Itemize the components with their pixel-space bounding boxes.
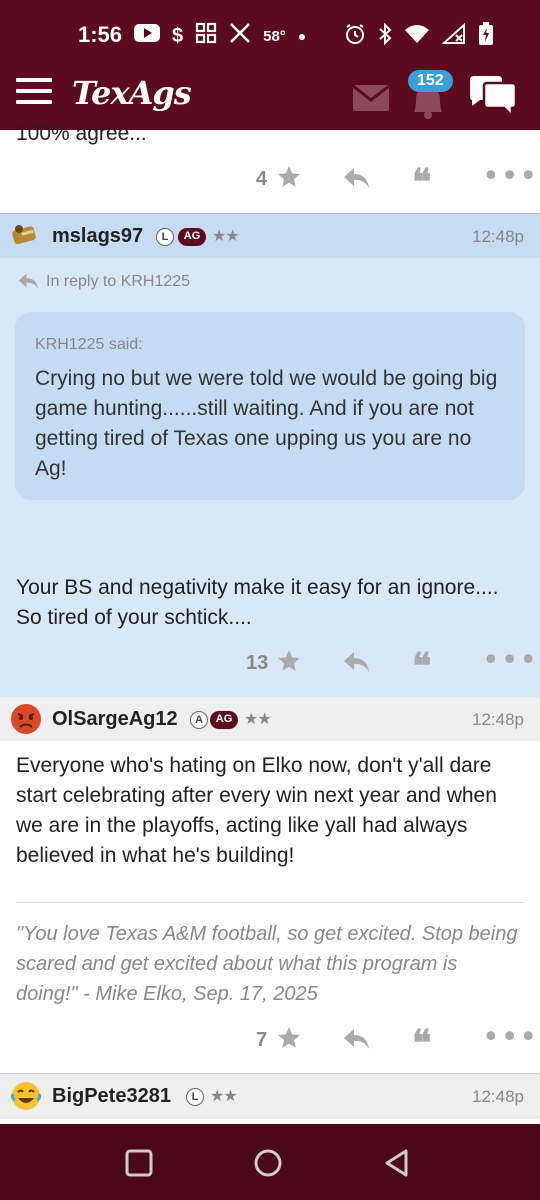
quote-icon[interactable]: ❝ [412, 164, 431, 200]
signature-divider [16, 902, 524, 903]
star-count: 4 [256, 168, 268, 190]
previous-post: 100% agree... 4 ❝ ••• [0, 122, 540, 214]
more-options-icon[interactable]: ••• [482, 1023, 538, 1053]
back-icon[interactable] [382, 1148, 412, 1182]
dollar-icon: $ [172, 24, 184, 47]
post-mslags97: mslags97 L AG ★★ 12:48p In reply to KRH1… [0, 214, 540, 697]
quote-text: Crying no but we were told we would be g… [35, 367, 498, 480]
home-icon[interactable] [252, 1148, 284, 1182]
notification-count-badge: 152 [408, 70, 453, 92]
reply-arrow-icon [18, 273, 38, 289]
reply-to-link[interactable]: In reply to KRH1225 [16, 272, 190, 292]
post-body-text: Everyone who's hating on Elko now, don't… [16, 754, 497, 867]
post-actions: 4 ❝ ••• [0, 162, 540, 201]
badge-l: L [156, 228, 174, 246]
reply-icon[interactable] [342, 650, 370, 680]
badge-ag: AG [178, 228, 206, 246]
star-count: 13 [246, 652, 269, 674]
post-header: OlSargeAg12 A AG ★★ 12:48p [0, 697, 540, 741]
post-header: mslags97 L AG ★★ 12:48p [0, 214, 540, 258]
app-header: TexAgs 152 [0, 62, 540, 130]
user-stars: ★★ [244, 709, 272, 728]
post-actions: 7 ❝ ••• [0, 1023, 540, 1062]
alarm-icon [344, 23, 366, 51]
user-stars: ★★ [212, 226, 240, 245]
star-icon[interactable] [276, 164, 302, 194]
more-options-icon[interactable]: ••• [482, 162, 538, 192]
youtube-icon [134, 23, 160, 49]
grid-app-icon [195, 22, 217, 50]
battery-charging-icon [478, 22, 494, 52]
reply-icon[interactable] [342, 166, 370, 196]
avatar[interactable] [10, 220, 40, 250]
chat-icon[interactable] [468, 76, 518, 122]
more-options-icon[interactable]: ••• [482, 646, 538, 676]
star-count: 7 [256, 1029, 268, 1051]
post-olsargeag12: OlSargeAg12 A AG ★★ 12:48p Everyone who'… [0, 697, 540, 1073]
x-logo-icon [229, 22, 251, 50]
post-time: 12:48p [472, 710, 524, 729]
bluetooth-icon [378, 22, 392, 51]
wifi-icon [404, 24, 430, 50]
dot-icon: ● [297, 28, 307, 44]
username[interactable]: OlSargeAg12 [52, 708, 178, 731]
quote-block: KRH1225 said: Crying no but we were told… [15, 312, 525, 500]
notifications-button[interactable]: 152 [406, 70, 453, 120]
username[interactable]: BigPete3281 [52, 1085, 171, 1108]
avatar[interactable] [10, 703, 41, 734]
badge-l: L [186, 1088, 204, 1106]
system-nav-bar [0, 1124, 540, 1200]
mail-icon[interactable] [352, 84, 390, 116]
post-body-text: 100% agree... [16, 122, 147, 145]
signal-icon [441, 22, 466, 51]
site-logo[interactable]: TexAgs [72, 74, 192, 112]
post-bigpete3281: BigPete3281 L ★★ 12:48p [0, 1073, 540, 1119]
avatar[interactable] [10, 1080, 42, 1110]
username[interactable]: mslags97 [52, 225, 143, 248]
post-body-text: Your BS and negativity make it easy for … [16, 576, 499, 629]
temperature: 58° [263, 27, 286, 45]
user-signature: "You love Texas A&M football, so get exc… [16, 923, 518, 1005]
badge-a: A [190, 711, 208, 729]
reply-to-text: In reply to KRH1225 [46, 273, 191, 290]
badge-ag: AG [210, 711, 238, 729]
quote-author[interactable]: KRH1225 said: [35, 336, 505, 354]
star-icon[interactable] [276, 1025, 302, 1055]
post-header: BigPete3281 L ★★ 12:48p [0, 1074, 540, 1118]
recents-icon[interactable] [124, 1148, 154, 1182]
menu-icon[interactable] [16, 78, 52, 108]
user-stars: ★★ [210, 1086, 238, 1105]
quote-icon[interactable]: ❝ [412, 648, 431, 684]
post-actions: 13 ❝ ••• [0, 646, 540, 685]
reply-icon[interactable] [342, 1027, 370, 1057]
star-icon[interactable] [276, 648, 302, 678]
quote-icon[interactable]: ❝ [412, 1025, 431, 1061]
post-time: 12:48p [472, 1087, 524, 1106]
clock: 1:56 [78, 22, 123, 47]
post-time: 12:48p [472, 227, 524, 246]
